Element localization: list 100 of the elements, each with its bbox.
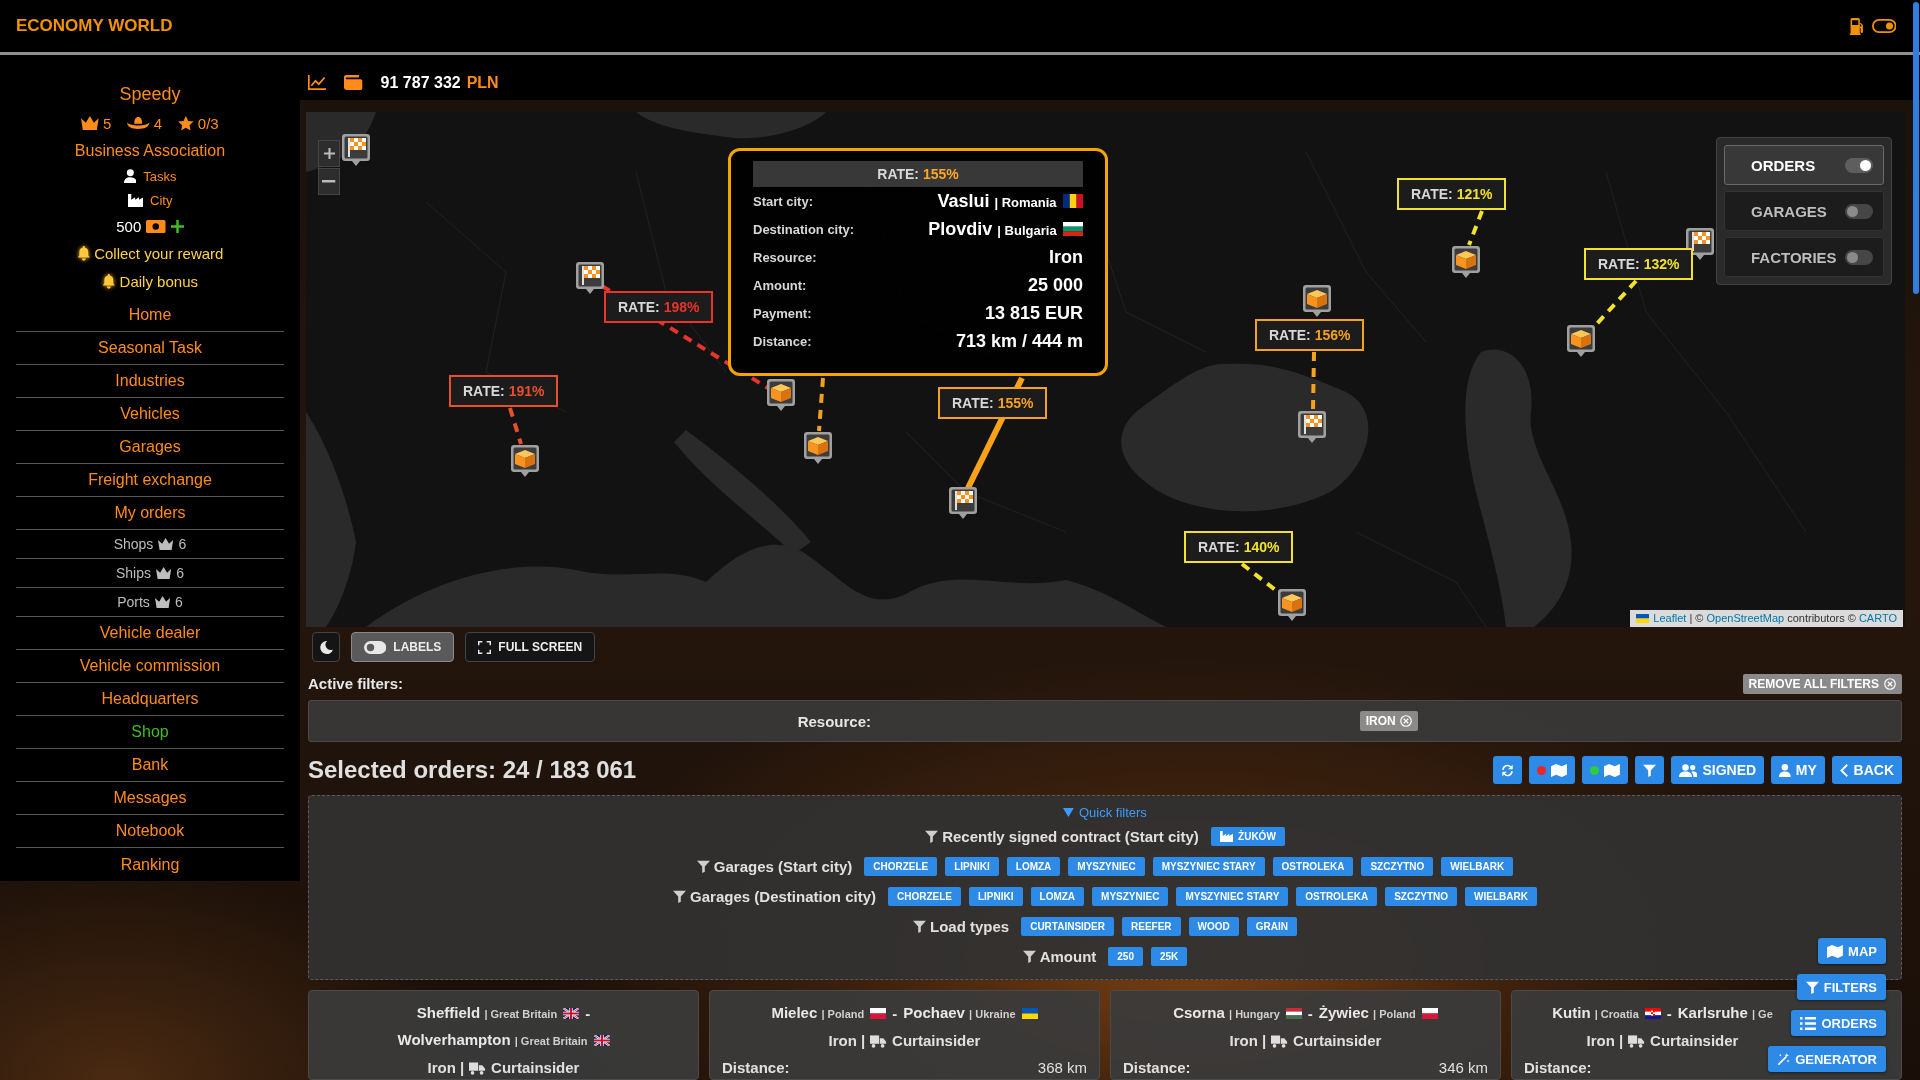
menu-item[interactable]: Bank	[16, 749, 284, 782]
menu-item[interactable]: My orders	[16, 497, 284, 530]
filter-chip[interactable]: CURTAINSIDER	[1021, 916, 1114, 936]
orders-button[interactable]: ORDERS	[1791, 1010, 1886, 1036]
filter-chip[interactable]: MYSZYNIEC	[1092, 886, 1169, 906]
map-button[interactable]: MAP	[1818, 938, 1886, 964]
order-card[interactable]: Mielec | Poland - Pochaev | Ukraine Iron | Curtainsider Distance: 368 km	[709, 990, 1100, 1080]
rate-label[interactable]: RATE: 156%	[1255, 319, 1365, 351]
plus-icon[interactable]	[170, 219, 184, 233]
order-card[interactable]: Sheffield | Great Britain - Wolverhampton | Great Britain Iron | Curtainsider	[308, 990, 699, 1080]
fuel-pump-icon[interactable]	[1849, 17, 1865, 35]
attribution-link[interactable]: CARTO	[1858, 612, 1897, 624]
filter-chip[interactable]: 25K	[1151, 946, 1188, 966]
zoom-out-button[interactable]	[318, 168, 340, 195]
theme-button[interactable]	[312, 632, 340, 662]
menu-item[interactable]: Garages	[16, 431, 284, 464]
rate-label[interactable]: RATE: 140%	[1184, 531, 1294, 563]
toggle-icon[interactable]	[1871, 19, 1896, 33]
filter-chip[interactable]: LOMZA	[1030, 886, 1085, 906]
profile-link[interactable]: City	[150, 192, 173, 208]
crate-icon[interactable]	[1277, 588, 1307, 622]
menu-item[interactable]: Vehicle dealer	[16, 617, 284, 650]
notice-link[interactable]: Daily bonus	[119, 272, 198, 290]
menu-item[interactable]: Shops 6	[16, 530, 284, 559]
rate-label[interactable]: RATE: 191%	[449, 375, 559, 407]
filter-chip[interactable]: MYSZYNIEC	[1068, 856, 1145, 876]
generator-button[interactable]: GENERATOR	[1768, 1046, 1886, 1072]
my-orders-button[interactable]: MY	[1771, 756, 1825, 784]
back-button[interactable]: BACK	[1831, 756, 1902, 784]
checkered-flag-icon[interactable]	[1685, 227, 1715, 261]
chart-icon[interactable]	[308, 75, 327, 90]
crate-icon[interactable]	[510, 444, 540, 478]
filter-chip[interactable]: 250	[1108, 946, 1143, 966]
menu-item[interactable]: Home	[16, 299, 284, 332]
filter-button[interactable]	[1634, 756, 1664, 784]
crate-icon[interactable]	[803, 431, 833, 465]
attribution-link[interactable]: OpenStreetMap	[1706, 612, 1785, 624]
association-link[interactable]: Business Association	[74, 142, 226, 160]
toggle-switch[interactable]	[1845, 203, 1873, 219]
menu-item[interactable]: Ranking	[16, 848, 284, 881]
layer-toggle[interactable]: FACTORIES	[1724, 237, 1884, 277]
filter-chip[interactable]: SZCZYTNO	[1385, 886, 1457, 906]
fullscreen-button[interactable]: FULL SCREEN	[465, 632, 596, 662]
filter-chip[interactable]: OSTROLEKA	[1296, 886, 1378, 906]
quick-filters-toggle[interactable]: Quick filters	[1063, 803, 1147, 821]
menu-item[interactable]: Notebook	[16, 815, 284, 848]
filter-chip[interactable]: OSTROLEKA	[1272, 856, 1354, 876]
menu-item[interactable]: Ports 6	[16, 588, 284, 617]
filter-chip[interactable]: CHORZELE	[888, 886, 961, 906]
filter-chip[interactable]: LIPNIKI	[945, 856, 999, 876]
truck-icon	[469, 1060, 487, 1075]
menu-item[interactable]: Shop	[16, 716, 284, 749]
filters-button[interactable]: FILTERS	[1796, 974, 1886, 1000]
crate-icon[interactable]	[766, 378, 796, 412]
rate-label[interactable]: RATE: 198%	[604, 291, 714, 323]
checkered-flag-icon[interactable]	[948, 486, 978, 520]
menu-item[interactable]: Freight exchange	[16, 464, 284, 497]
filter-chip[interactable]: LIPNIKI	[969, 886, 1023, 906]
layer-toggle[interactable]: ORDERS	[1724, 145, 1884, 185]
filter-chip[interactable]: MYSZYNIEC STARY	[1152, 856, 1265, 876]
checkered-flag-icon[interactable]	[575, 261, 605, 295]
rate-label[interactable]: RATE: 155%	[938, 387, 1048, 419]
order-card[interactable]: Csorna | Hungary - Żywiec | Poland Iron | Curtainsider Distance: 346 km	[1110, 990, 1501, 1080]
menu-item[interactable]: Headquarters	[16, 683, 284, 716]
menu-item[interactable]: Vehicle commission	[16, 650, 284, 683]
filter-chip[interactable]: GRAIN	[1246, 916, 1297, 936]
labels-button[interactable]: LABELS	[351, 632, 455, 662]
menu-item[interactable]: Ships 6	[16, 559, 284, 588]
layer-toggle[interactable]: GARAGES	[1724, 191, 1884, 231]
menu-item[interactable]: Seasonal Task	[16, 332, 284, 365]
menu-item[interactable]: Industries	[16, 365, 284, 398]
filter-chip[interactable]: REEFER	[1122, 916, 1181, 936]
filter-chip[interactable]: CHORZELE	[864, 856, 938, 876]
map-filter-button[interactable]	[1581, 756, 1628, 784]
toggle-switch[interactable]	[1845, 157, 1873, 173]
crate-icon[interactable]	[1302, 284, 1332, 318]
toggle-switch[interactable]	[1845, 249, 1873, 265]
rate-label[interactable]: RATE: 132%	[1584, 248, 1694, 280]
filter-chip[interactable]: WOOD	[1188, 916, 1239, 936]
checkered-flag-icon[interactable]	[341, 133, 371, 167]
crate-icon[interactable]	[1566, 324, 1596, 358]
map-filter-button[interactable]	[1528, 756, 1575, 784]
crate-icon[interactable]	[1451, 245, 1481, 279]
filter-chip[interactable]: WIELBARK	[1465, 886, 1537, 906]
checkered-flag-icon[interactable]	[1297, 410, 1327, 444]
filter-chip[interactable]: SZCZYTNO	[1361, 856, 1434, 876]
filter-chip[interactable]: WIELBARK	[1441, 856, 1514, 876]
signed-button[interactable]: SIGNED	[1670, 756, 1765, 784]
filter-chip[interactable]: LOMZA	[1006, 856, 1061, 876]
menu-item[interactable]: Messages	[16, 782, 284, 815]
zoom-in-button[interactable]	[318, 140, 340, 167]
menu-item[interactable]: Vehicles	[16, 398, 284, 431]
attribution-link[interactable]: Leaflet	[1653, 612, 1687, 624]
filter-chip[interactable]: ŻUKÓW	[1210, 826, 1285, 846]
scrollbar-thumb[interactable]	[1913, 2, 1919, 294]
refresh-button[interactable]	[1492, 756, 1522, 784]
profile-link[interactable]: Tasks	[143, 168, 177, 184]
notice-link[interactable]: Collect your reward	[94, 244, 224, 262]
rate-label[interactable]: RATE: 121%	[1397, 178, 1507, 210]
filter-chip[interactable]: MYSZYNIEC STARY	[1176, 886, 1289, 906]
